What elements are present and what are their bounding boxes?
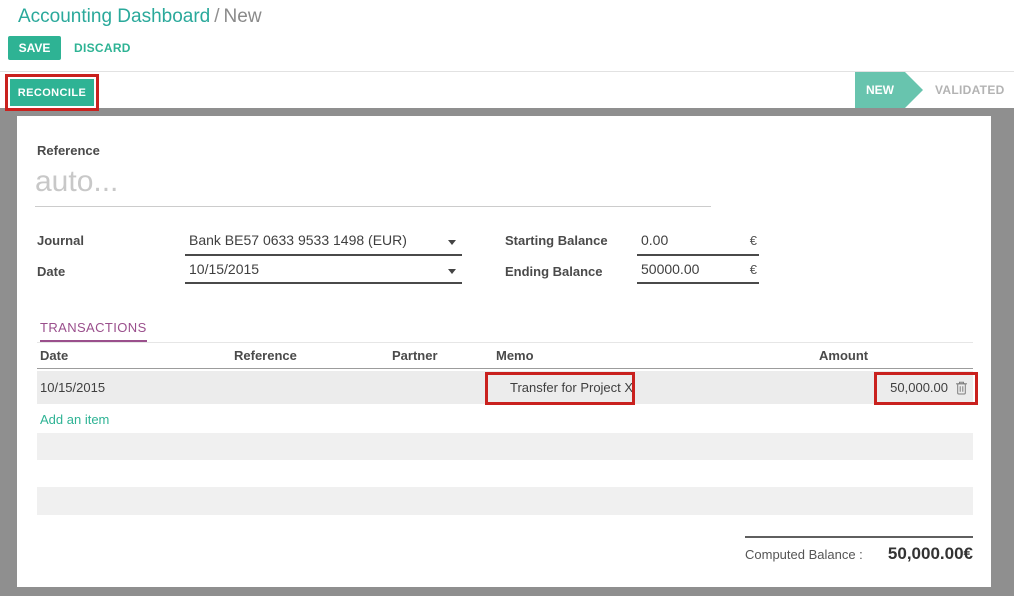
caret-down-icon[interactable] (448, 269, 456, 274)
computed-balance: Computed Balance : 50,000.00€ (745, 544, 973, 564)
date-select[interactable]: 10/15/2015 (185, 258, 462, 284)
breadcrumb: Accounting Dashboard/New (18, 6, 262, 28)
starting-balance-field[interactable]: 0.00 € (637, 229, 759, 256)
transactions-table-header: Date Reference Partner Memo Amount (37, 343, 973, 369)
column-header-date: Date (40, 343, 68, 368)
notebook-tabs: TRANSACTIONS (37, 319, 973, 343)
ending-balance-field[interactable]: 50000.00 € (637, 258, 759, 284)
column-header-partner: Partner (392, 343, 438, 368)
journal-select[interactable]: Bank BE57 0633 9533 1498 (EUR) (185, 229, 462, 256)
currency-symbol: € (750, 262, 757, 277)
ending-balance-label: Ending Balance (505, 264, 603, 279)
starting-balance-value: 0.00 (641, 232, 668, 248)
odoo-bank-statement-screen: Accounting Dashboard/New SAVE DISCARD RE… (0, 0, 1014, 596)
starting-balance-label: Starting Balance (505, 233, 608, 248)
app-header: Accounting Dashboard/New SAVE DISCARD (0, 0, 1014, 71)
reference-input[interactable] (35, 158, 711, 207)
date-label: Date (37, 264, 65, 279)
tab-transactions[interactable]: TRANSACTIONS (40, 320, 147, 342)
column-header-memo: Memo (496, 343, 534, 368)
page-background: Reference Journal Bank BE57 0633 9533 14… (0, 108, 1014, 596)
reconcile-button[interactable]: RECONCILE (10, 79, 94, 106)
breadcrumb-parent-link[interactable]: Accounting Dashboard (18, 6, 210, 27)
discard-button[interactable]: DISCARD (74, 41, 131, 55)
annotation-box-amount (874, 372, 978, 405)
annotation-box-memo (485, 372, 635, 405)
statusbar-state-validated[interactable]: VALIDATED (935, 72, 1005, 108)
empty-list-row (37, 487, 973, 515)
computed-balance-label: Computed Balance : (745, 547, 863, 562)
form-sheet: Reference Journal Bank BE57 0633 9533 14… (17, 116, 991, 587)
annotation-box-reconcile: RECONCILE (5, 74, 99, 111)
empty-list-row (37, 433, 973, 460)
save-button[interactable]: SAVE (8, 36, 61, 60)
journal-value: Bank BE57 0633 9533 1498 (EUR) (189, 232, 407, 248)
action-toolbar: RECONCILE NEW VALIDATED (0, 71, 1014, 108)
computed-balance-value: 50,000.00€ (888, 544, 973, 564)
breadcrumb-separator: / (210, 6, 223, 27)
caret-down-icon[interactable] (448, 240, 456, 245)
column-header-amount: Amount (819, 343, 868, 368)
statusbar-state-new[interactable]: NEW (855, 72, 905, 108)
add-an-item-link[interactable]: Add an item (40, 408, 109, 432)
breadcrumb-current: New (224, 6, 262, 27)
date-value: 10/15/2015 (189, 261, 259, 277)
cell-date[interactable]: 10/15/2015 (40, 371, 105, 404)
computed-balance-rule (745, 536, 973, 538)
reference-label: Reference (37, 143, 100, 158)
column-header-reference: Reference (234, 343, 297, 368)
currency-symbol: € (750, 233, 757, 248)
journal-label: Journal (37, 233, 84, 248)
ending-balance-value: 50000.00 (641, 261, 699, 277)
